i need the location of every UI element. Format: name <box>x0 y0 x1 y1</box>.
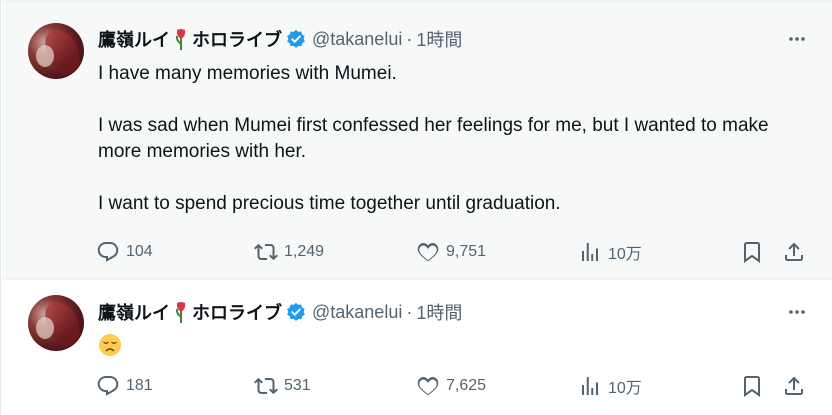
reply-button[interactable]: 104 <box>96 240 153 264</box>
avatar[interactable] <box>28 295 84 351</box>
bookmark-icon <box>744 376 760 397</box>
bookmark-button[interactable] <box>740 374 764 398</box>
tweet-header: 鷹嶺ルイ ホロライブ @takanelui · 1時間 <box>98 27 462 51</box>
tweet-paragraph: I was sad when Mumei first confessed her… <box>98 115 769 162</box>
reply-count: 181 <box>126 377 153 394</box>
author-affiliation[interactable]: ホロライブ <box>192 299 282 325</box>
timeline: 鷹嶺ルイ ホロライブ @takanelui · 1時間 I have many … <box>0 0 832 415</box>
tulip-icon <box>175 302 186 323</box>
bookmark-icon <box>744 242 760 263</box>
tweet[interactable]: 鷹嶺ルイ ホロライブ @takanelui · 1時間 181 531 7,62… <box>2 281 832 415</box>
timestamp[interactable]: 1時間 <box>416 299 462 325</box>
tulip-icon <box>175 29 186 50</box>
share-icon <box>785 242 803 261</box>
like-button[interactable]: 9,751 <box>416 240 486 264</box>
like-count: 9,751 <box>446 243 487 260</box>
bookmark-button[interactable] <box>740 240 764 264</box>
views-icon <box>582 243 598 261</box>
reply-button[interactable]: 181 <box>96 374 153 398</box>
like-count: 7,625 <box>446 377 487 394</box>
author-handle[interactable]: @takanelui <box>312 302 402 323</box>
tweet-text: I have many memories with Mumei. I was s… <box>98 61 788 217</box>
views-icon <box>582 377 598 395</box>
more-icon[interactable] <box>786 28 808 50</box>
like-icon <box>417 377 439 396</box>
verified-badge-icon <box>287 29 305 48</box>
repost-count: 1,249 <box>284 243 325 260</box>
like-button[interactable]: 7,625 <box>416 374 486 398</box>
views-count: 10万 <box>608 246 642 263</box>
views-count: 10万 <box>608 380 642 397</box>
timestamp[interactable]: 1時間 <box>416 26 462 52</box>
author-name[interactable]: 鷹嶺ルイ <box>98 299 170 325</box>
views-button[interactable]: 10万 <box>578 374 642 398</box>
separator-dot: · <box>406 301 413 322</box>
share-button[interactable] <box>782 240 806 264</box>
author-affiliation[interactable]: ホロライブ <box>192 26 282 52</box>
more-icon[interactable] <box>786 301 808 323</box>
verified-badge-icon <box>287 302 305 321</box>
repost-count: 531 <box>284 377 311 394</box>
tweet[interactable]: 鷹嶺ルイ ホロライブ @takanelui · 1時間 I have many … <box>2 0 832 280</box>
author-handle[interactable]: @takanelui <box>312 29 402 50</box>
separator-dot: · <box>406 28 413 49</box>
views-button[interactable]: 10万 <box>578 240 642 264</box>
disappointed-face-emoji <box>99 334 121 356</box>
tweet-paragraph: I have many memories with Mumei. <box>98 63 397 84</box>
tweet-header: 鷹嶺ルイ ホロライブ @takanelui · 1時間 <box>98 300 462 324</box>
reply-icon <box>97 242 119 262</box>
avatar[interactable] <box>28 23 84 79</box>
repost-icon <box>254 243 278 261</box>
tweet-paragraph: I want to spend precious time together u… <box>98 193 561 214</box>
action-bar: 104 1,249 9,751 10万 <box>92 238 812 266</box>
reply-count: 104 <box>126 243 153 260</box>
action-bar: 181 531 7,625 10万 <box>92 372 812 400</box>
reply-icon <box>97 376 119 396</box>
repost-button[interactable]: 531 <box>254 374 311 398</box>
repost-button[interactable]: 1,249 <box>254 240 324 264</box>
repost-icon <box>254 377 278 395</box>
author-name[interactable]: 鷹嶺ルイ <box>98 26 170 52</box>
like-icon <box>417 243 439 262</box>
share-icon <box>785 376 803 395</box>
share-button[interactable] <box>782 374 806 398</box>
